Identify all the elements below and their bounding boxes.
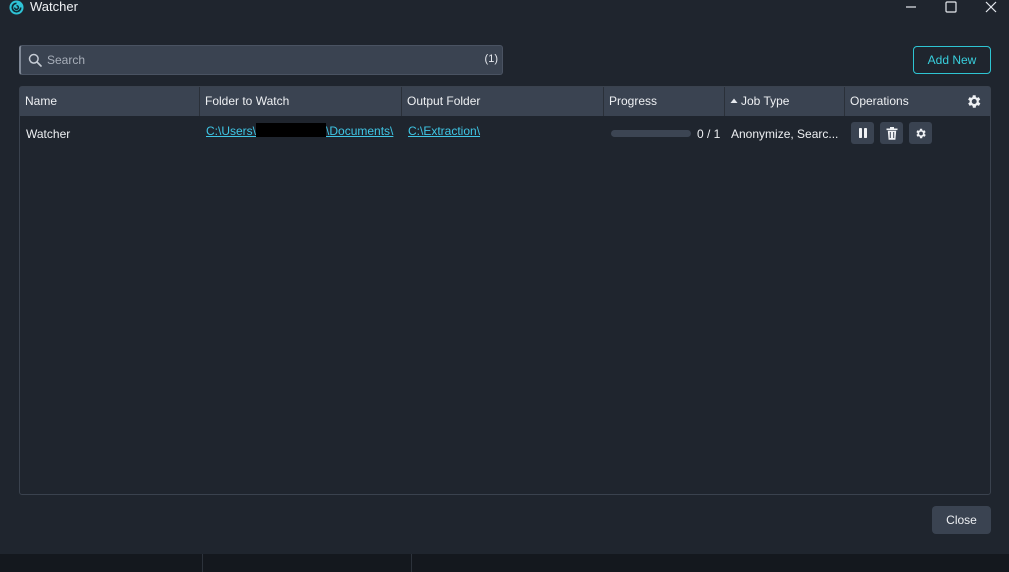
column-header-job-type[interactable]: Job Type bbox=[725, 87, 845, 116]
cell-operations bbox=[851, 116, 951, 152]
column-header-label: Name bbox=[25, 94, 58, 108]
column-header-label: Progress bbox=[609, 94, 658, 108]
table-header: Name Folder to Watch Output Folder Progr… bbox=[20, 87, 990, 116]
pause-button[interactable] bbox=[851, 122, 874, 144]
window-close-button[interactable] bbox=[981, 0, 1001, 14]
folder-path-prefix: C:\Users\ bbox=[206, 124, 257, 138]
column-header-label: Output Folder bbox=[407, 94, 481, 108]
column-header-folder[interactable]: Folder to Watch bbox=[200, 87, 402, 116]
table-row[interactable]: Watcher C:\Users\ \Documents\ C:\Extracti… bbox=[20, 116, 990, 152]
search-result-count: (1) bbox=[484, 53, 498, 65]
column-header-progress[interactable]: Progress bbox=[604, 87, 725, 116]
watchers-table: Name Folder to Watch Output Folder Progr… bbox=[19, 86, 991, 495]
cell-folder-to-watch: C:\Users\ \Documents\ bbox=[206, 116, 396, 152]
column-header-label: Operations bbox=[850, 94, 909, 108]
maximize-icon bbox=[945, 1, 957, 13]
progress-bar bbox=[611, 130, 691, 137]
column-header-output[interactable]: Output Folder bbox=[402, 87, 604, 116]
column-header-label: Job Type bbox=[741, 94, 790, 108]
folder-path-suffix: \Documents\ bbox=[326, 124, 394, 138]
minimize-icon bbox=[906, 6, 916, 8]
trash-icon bbox=[886, 126, 897, 140]
search-input[interactable] bbox=[47, 46, 467, 74]
gear-icon[interactable] bbox=[965, 93, 982, 110]
taskbar-divider bbox=[411, 554, 412, 572]
watcher-window: Watcher (1) Add New bbox=[0, 0, 1009, 572]
column-header-operations: Operations bbox=[845, 87, 965, 116]
column-header-label: Folder to Watch bbox=[205, 94, 290, 108]
cell-name: Watcher bbox=[26, 127, 71, 141]
close-button[interactable]: Close bbox=[932, 506, 991, 534]
column-header-name[interactable]: Name bbox=[20, 87, 200, 116]
pause-icon bbox=[858, 128, 867, 138]
output-folder-link[interactable]: C:\Extraction\ bbox=[408, 124, 480, 138]
taskbar-divider bbox=[202, 554, 203, 572]
search-box[interactable]: (1) bbox=[19, 45, 503, 75]
maximize-button[interactable] bbox=[941, 0, 961, 14]
sort-up-icon bbox=[730, 98, 738, 103]
progress-text: 0 / 1 bbox=[697, 127, 721, 141]
folder-to-watch-link[interactable]: C:\Users\ \Documents\ bbox=[206, 123, 394, 138]
gear-icon bbox=[916, 128, 926, 138]
redacted-username bbox=[256, 123, 327, 137]
window-title: Watcher bbox=[30, 0, 78, 14]
cell-progress: 0 / 1 bbox=[611, 116, 723, 152]
cell-job-type: Anonymize, Searc... bbox=[731, 127, 839, 141]
title-bar: Watcher bbox=[0, 0, 1009, 16]
cell-output-folder: C:\Extraction\ bbox=[408, 116, 598, 152]
delete-button[interactable] bbox=[880, 122, 903, 144]
add-new-button[interactable]: Add New bbox=[913, 46, 991, 74]
minimize-button[interactable] bbox=[901, 0, 921, 14]
taskbar-strip bbox=[0, 554, 1009, 572]
watcher-logo-icon bbox=[9, 0, 24, 15]
search-icon bbox=[28, 53, 42, 67]
close-icon bbox=[985, 1, 997, 13]
row-settings-button[interactable] bbox=[909, 122, 932, 144]
